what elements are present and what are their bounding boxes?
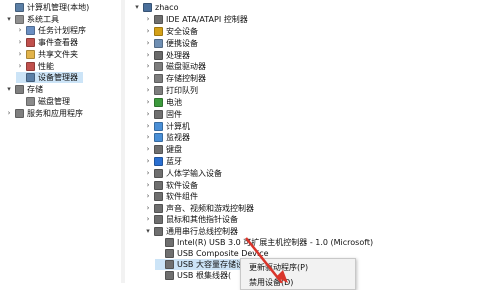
annotation-arrow-icon (245, 237, 288, 283)
